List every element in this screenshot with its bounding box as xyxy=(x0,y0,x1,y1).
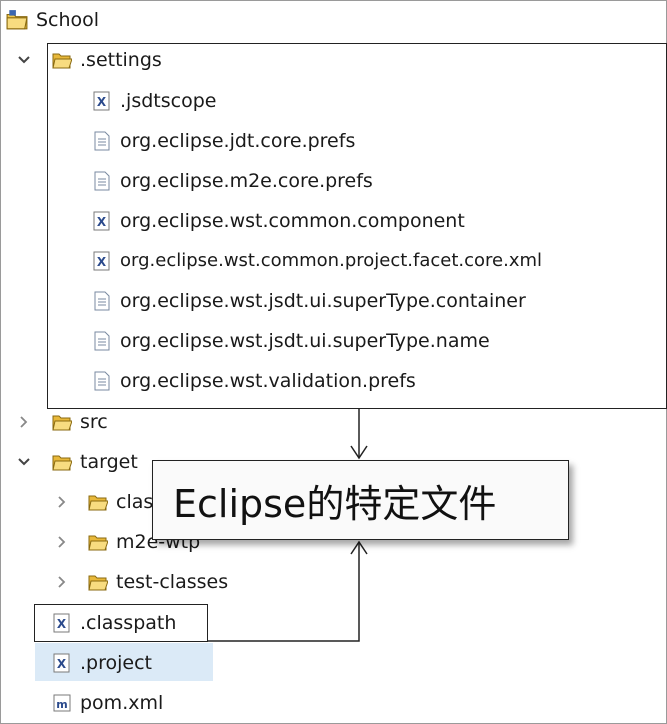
annotation-arrows xyxy=(208,409,368,642)
arrow-to-callout-bottom xyxy=(208,542,360,642)
callout-label: Eclipse的特定文件 xyxy=(152,460,569,540)
callout-text: Eclipse的特定文件 xyxy=(173,481,497,526)
